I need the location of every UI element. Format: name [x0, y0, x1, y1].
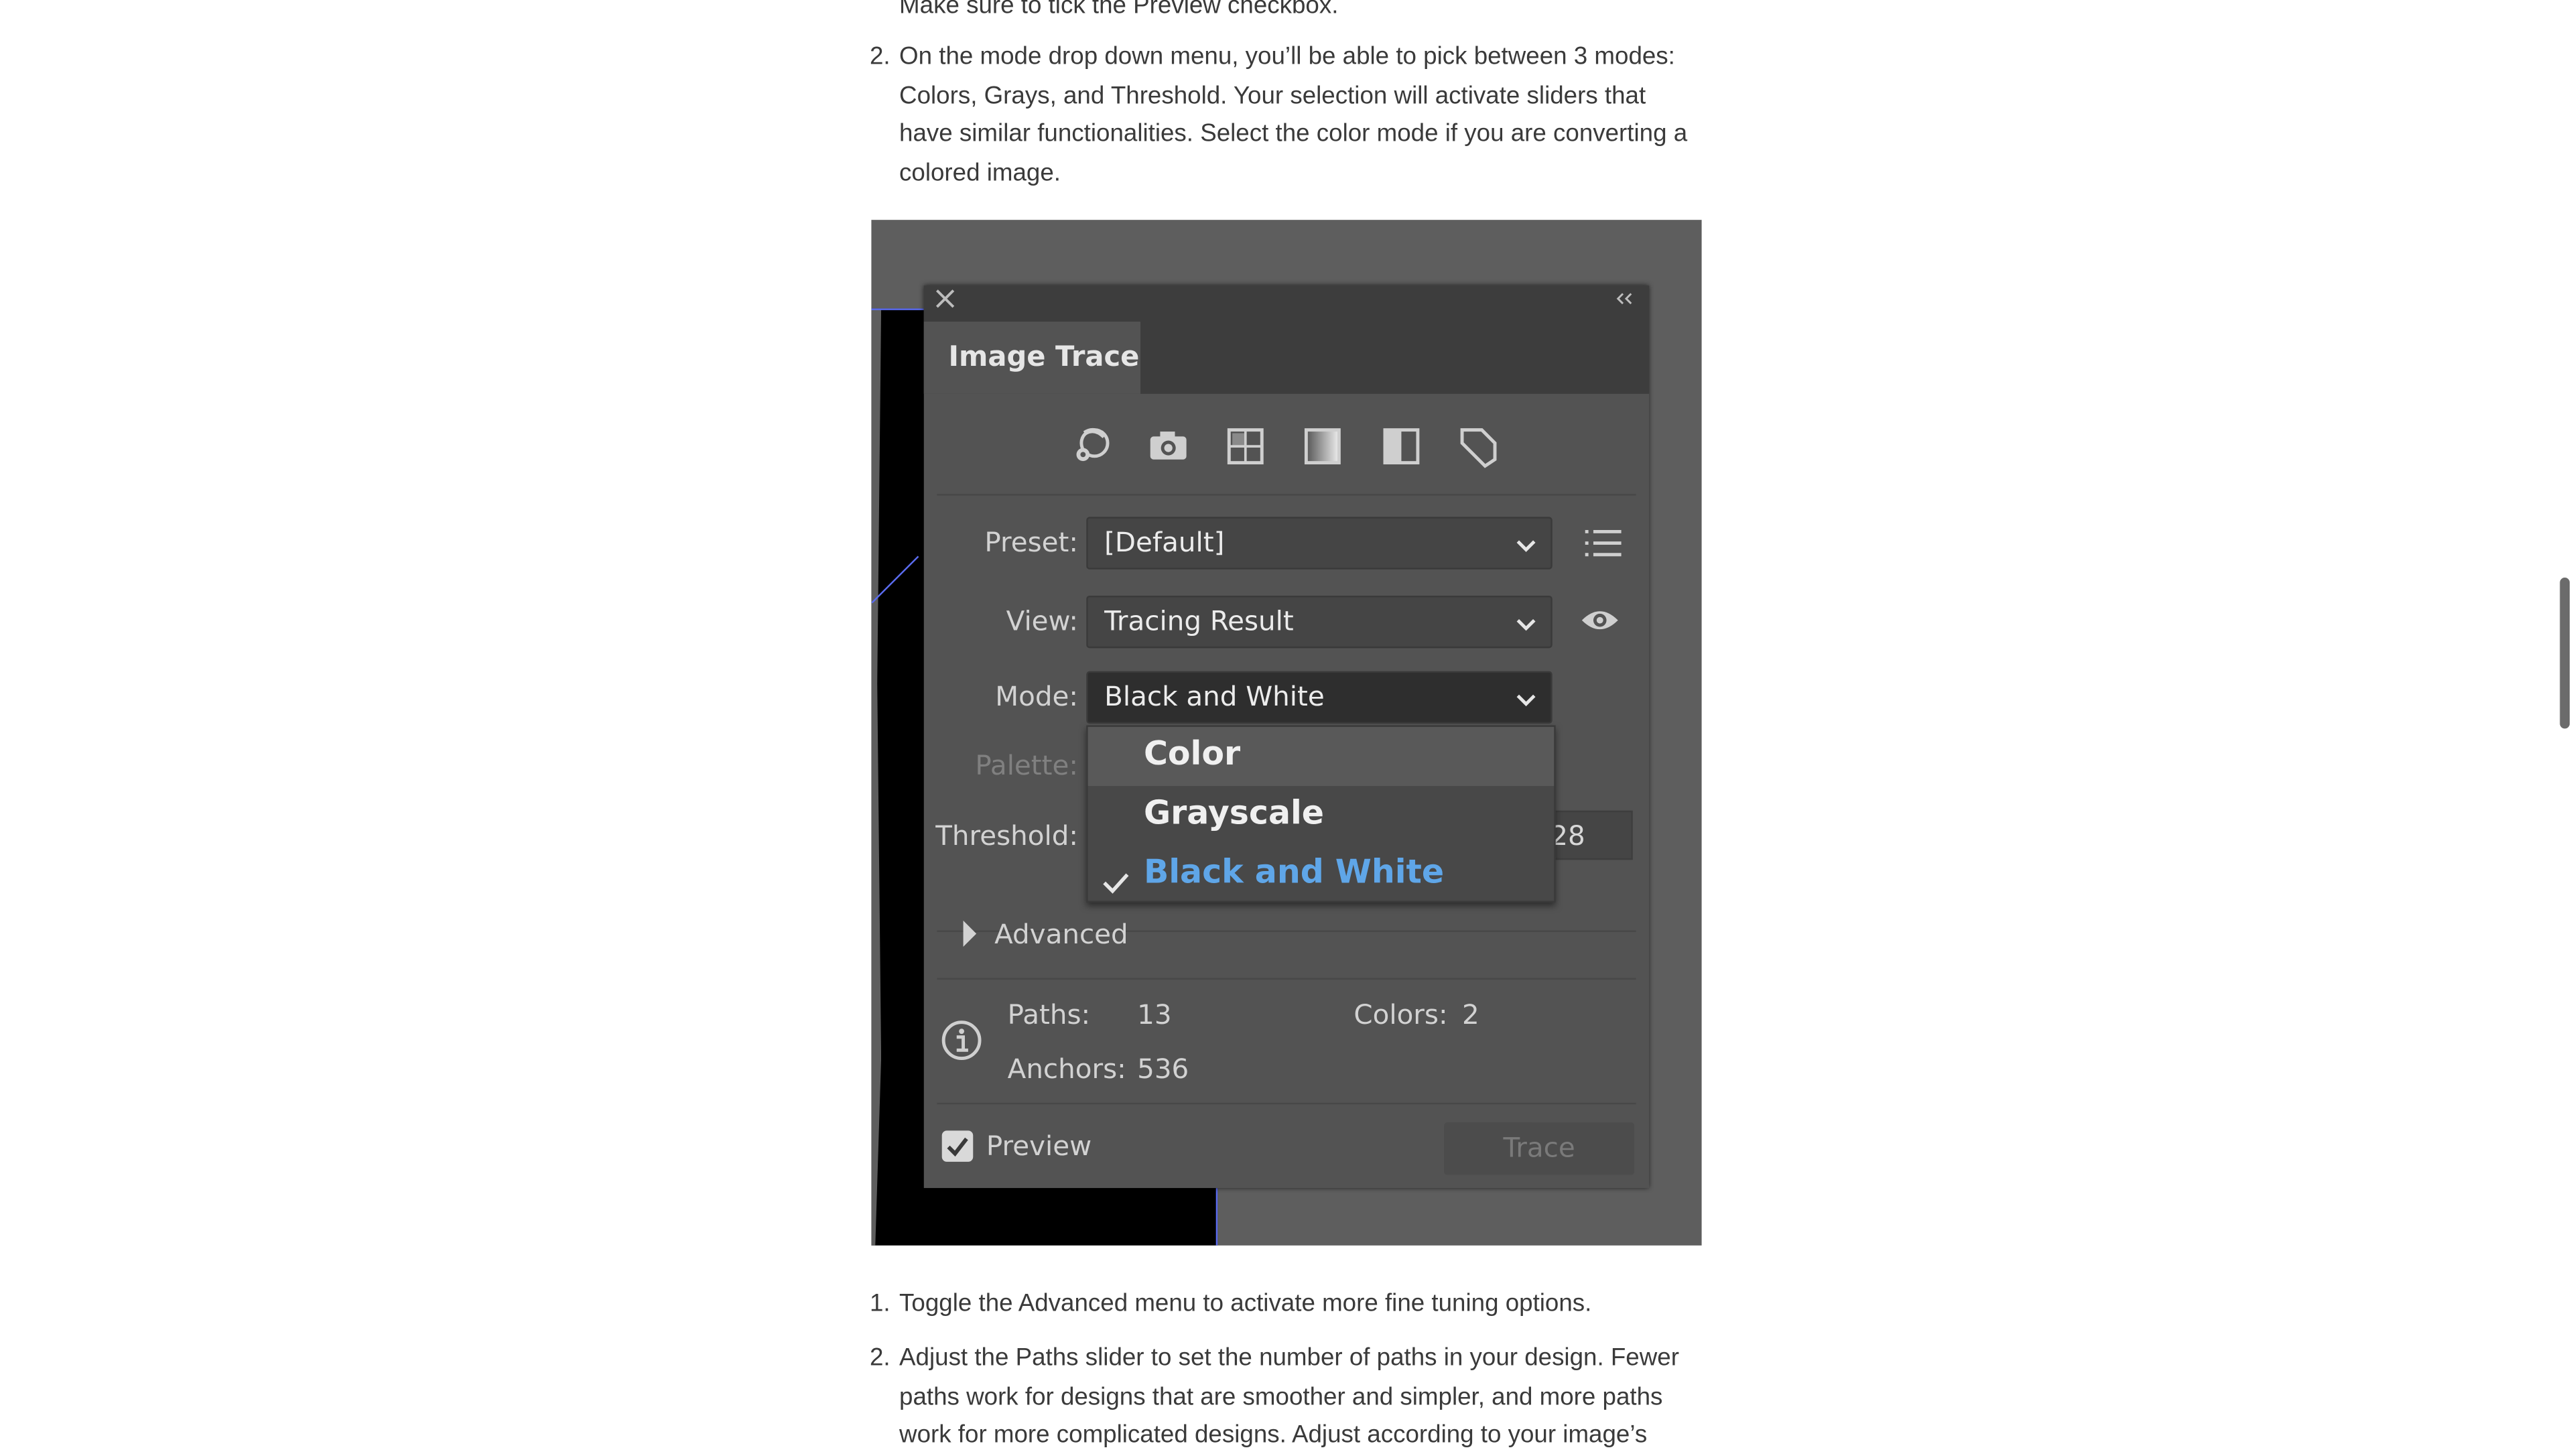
mode-label: Mode: — [995, 681, 1078, 712]
list-item: 2. On the mode drop down menu, you’ll be… — [870, 38, 1703, 193]
double-chevron-icon[interactable] — [1613, 287, 1636, 316]
list-menu-icon[interactable] — [1583, 529, 1623, 566]
list-item-text: On the mode drop down menu, you’ll be ab… — [899, 42, 1688, 188]
preset-label: Preset: — [984, 527, 1078, 558]
chevron-down-icon — [1514, 533, 1537, 563]
view-dropdown[interactable]: Tracing Result — [1086, 595, 1553, 649]
grayscale-icon[interactable] — [1300, 423, 1346, 470]
image-trace-panel: Image Trace Preset: [Default] View: Trac… — [923, 285, 1650, 1189]
eye-icon[interactable] — [1580, 606, 1620, 643]
anchors-value: 536 — [1137, 1053, 1189, 1085]
close-icon[interactable] — [933, 287, 956, 316]
list-item: 2. Adjust the Paths slider to set the nu… — [870, 1339, 1703, 1455]
menu-item-label: Black and White — [1143, 852, 1445, 891]
threshold-label: Threshold: — [935, 820, 1078, 852]
list-number: 2. — [869, 42, 890, 71]
tab-image-trace[interactable]: Image Trace — [923, 322, 1141, 394]
divider — [937, 978, 1636, 980]
menu-item-label: Color — [1143, 733, 1241, 773]
menu-item-grayscale[interactable]: Grayscale — [1088, 786, 1555, 845]
list-number: 2. — [869, 1343, 890, 1372]
divider — [937, 1102, 1636, 1105]
info-icon — [940, 1019, 983, 1070]
preset-value: [Default] — [1104, 527, 1225, 558]
trace-button[interactable]: Trace — [1444, 1122, 1635, 1175]
preview-label: Preview — [986, 1130, 1092, 1162]
panel-tab-row: Image Trace — [923, 322, 1650, 394]
paths-value: 13 — [1137, 999, 1172, 1031]
black-white-icon[interactable] — [1378, 423, 1425, 470]
list-item-text: Toggle the Advanced menu to activate mor… — [899, 1289, 1592, 1318]
mode-dropdown[interactable]: Black and White — [1086, 671, 1553, 724]
screenshot-image: Image Trace Preset: [Default] View: Trac… — [871, 220, 1702, 1246]
cut-off-paragraph: Make sure to tick the Preview checkbox. — [899, 0, 1339, 20]
panel-title: Image Trace — [948, 341, 1140, 375]
page: Make sure to tick the Preview checkbox. … — [0, 0, 2573, 1449]
preview-checkbox[interactable] — [941, 1130, 974, 1162]
list-item-text: Adjust the Paths slider to set the numbe… — [899, 1343, 1679, 1450]
list-item: 1. Toggle the Advanced menu to activate … — [870, 1285, 1703, 1324]
auto-color-icon[interactable] — [1068, 423, 1114, 470]
threshold-value: 28 — [1551, 820, 1585, 852]
trace-button-label: Trace — [1503, 1132, 1575, 1164]
low-color-icon[interactable] — [1222, 423, 1268, 470]
guide-line — [1215, 1188, 1218, 1246]
preset-dropdown[interactable]: [Default] — [1086, 517, 1553, 570]
panel-titlebar — [923, 285, 1650, 322]
colors-value: 2 — [1462, 999, 1479, 1031]
disclosure-triangle-icon[interactable] — [960, 919, 980, 956]
colors-label: Colors: — [1354, 999, 1448, 1031]
anchors-label: Anchors: — [1007, 1053, 1126, 1085]
view-value: Tracing Result — [1104, 605, 1294, 637]
advanced-toggle[interactable]: Advanced — [994, 919, 1128, 950]
checkmark-icon — [1101, 863, 1130, 903]
view-label: View: — [1006, 605, 1078, 637]
paths-label: Paths: — [1007, 999, 1091, 1031]
palette-label: Palette: — [975, 750, 1078, 781]
outline-icon[interactable] — [1455, 423, 1502, 470]
menu-item-label: Grayscale — [1143, 792, 1325, 832]
camera-icon[interactable] — [1145, 423, 1191, 470]
list-number: 1. — [869, 1289, 890, 1318]
mode-dropdown-menu: Color Grayscale Black and White — [1086, 725, 1556, 904]
chevron-down-icon — [1514, 612, 1537, 641]
guide-line — [871, 308, 924, 310]
chevron-down-icon — [1514, 687, 1537, 717]
divider — [937, 494, 1636, 496]
scrollbar-thumb[interactable] — [2560, 578, 2570, 729]
mode-value: Black and White — [1104, 681, 1325, 712]
menu-item-black-and-white[interactable]: Black and White — [1088, 845, 1555, 904]
menu-item-color[interactable]: Color — [1087, 726, 1555, 787]
